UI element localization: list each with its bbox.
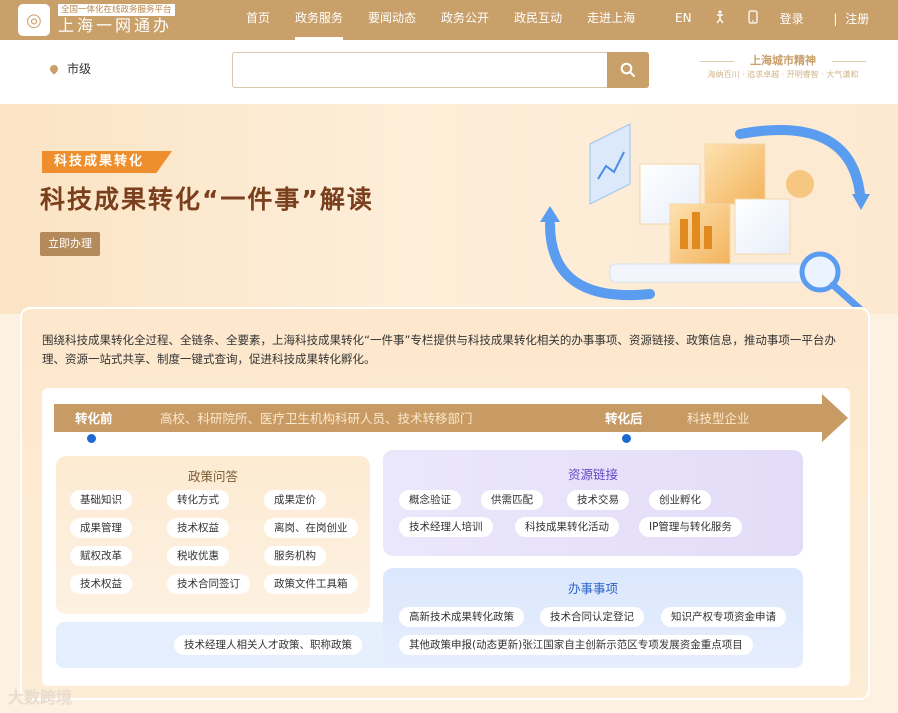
apply-now-button[interactable]: 立即办理 <box>40 232 100 256</box>
mobile-icon[interactable] <box>747 9 758 27</box>
policy-chip[interactable]: 成果管理 <box>70 518 132 538</box>
resource-chip[interactable]: 供需匹配 <box>481 490 543 510</box>
hero-banner: 科技成果转化 科技成果转化“一件事”解读 立即办理 <box>0 104 898 314</box>
stage-before-desc: 高校、科研院所、医疗卫生机构科研人员、技术转移部门 <box>160 411 473 426</box>
stage-after-dot <box>622 434 631 443</box>
watermark: 大数跨境 <box>8 688 73 707</box>
logo-title: 上海一网通办 <box>58 16 173 35</box>
affairs-title: 办事事项 <box>567 581 618 596</box>
accessibility-icon[interactable] <box>714 9 726 27</box>
resource-chip[interactable]: 技术经理人培训 <box>399 517 493 537</box>
login-link[interactable]: 登录 <box>780 12 804 26</box>
stage-before: 转化前 <box>75 411 113 426</box>
affairs-chip[interactable]: 技术合同认定登记 <box>540 607 644 627</box>
policy-chip[interactable]: 政策文件工具箱 <box>264 574 358 594</box>
policy-chip[interactable]: 技术权益 <box>167 518 229 538</box>
search-row: 市级 上海城市精神 海纳百川 · 追求卓越 · 开明睿智 · 大气谦和 <box>0 40 898 104</box>
resource-chip[interactable]: 技术交易 <box>567 490 629 510</box>
stage-after-desc: 科技型企业 <box>687 411 750 426</box>
resource-links-panel: 资源链接 概念验证 供需匹配 技术交易 创业孵化 技术经理人培训 科技成果转化活… <box>383 450 803 556</box>
policy-chip[interactable]: 基础知识 <box>70 490 132 510</box>
top-nav-bar: ◎ 全国一体化在线政务服务平台 上海一网通办 首页 政务服务 要闻动态 政务公开… <box>0 0 898 40</box>
flow-arrow-head <box>822 394 848 442</box>
auth-separator: | <box>833 11 838 26</box>
search-button[interactable] <box>607 52 649 88</box>
policy-qa-title: 政策问答 <box>187 469 238 484</box>
policy-chip[interactable]: 技术合同签订 <box>167 574 250 594</box>
nav-public-affairs[interactable]: 政务公开 <box>441 0 489 40</box>
policy-chip[interactable]: 税收优惠 <box>167 546 229 566</box>
policy-chip[interactable]: 技术权益 <box>70 574 132 594</box>
resource-chip[interactable]: 创业孵化 <box>649 490 711 510</box>
nav-services[interactable]: 政务服务 <box>295 0 344 40</box>
stage-before-dot <box>87 434 96 443</box>
policy-chip[interactable]: 转化方式 <box>167 490 229 510</box>
nav-utilities: EN 登录 | 注册 <box>675 0 891 36</box>
affairs-chip[interactable]: 知识产权专项资金申请 <box>661 607 786 627</box>
tech-cubes-illustration <box>540 123 870 313</box>
nav-news[interactable]: 要闻动态 <box>368 0 416 40</box>
location-pin-icon <box>48 62 60 75</box>
affairs-chip[interactable]: 高新技术成果转化政策 <box>399 607 524 627</box>
register-link[interactable]: 注册 <box>845 12 869 26</box>
nav-interaction[interactable]: 政民互动 <box>514 0 562 40</box>
banner-tag: 科技成果转化 <box>42 151 173 173</box>
policy-chip[interactable]: 服务机构 <box>264 546 326 566</box>
affairs-panel: 办事事项 高新技术成果转化政策 技术合同认定登记 知识产权专项资金申请 其他政策… <box>383 568 803 668</box>
stage-after: 转化后 <box>605 411 643 426</box>
city-spirit-subtitle: 海纳百川 · 追求卓越 · 开明睿智 · 大气谦和 <box>707 70 859 79</box>
search-input[interactable] <box>232 52 608 88</box>
flow-panel: 转化前 高校、科研院所、医疗卫生机构科研人员、技术转移部门 转化后 科技型企业 … <box>42 388 850 686</box>
language-toggle[interactable]: EN <box>675 11 692 25</box>
nav-shanghai[interactable]: 走进上海 <box>587 0 635 40</box>
resource-chip[interactable]: 概念验证 <box>399 490 461 510</box>
location-label: 市级 <box>67 62 92 76</box>
search-icon <box>620 62 635 77</box>
banner-headline: 科技成果转化“一件事”解读 <box>40 185 374 214</box>
policy-chip-wide[interactable]: 技术经理人相关人才政策、职称政策 <box>174 635 362 655</box>
location-selector[interactable]: 市级 <box>48 60 92 77</box>
resource-links-title: 资源链接 <box>567 467 618 482</box>
affairs-chip[interactable]: 其他政策申报(动态更新)张江国家自主创新示范区专项发展资金重点项目 <box>399 635 753 655</box>
policy-chip[interactable]: 赋权改革 <box>70 546 132 566</box>
policy-qa-panel: 政策问答 基础知识 转化方式 成果定价 成果管理 技术权益 离岗、在岗创业 赋权… <box>56 456 370 614</box>
main-content-card: 围绕科技成果转化全过程、全链条、全要素，上海科技成果转化“一件事”专栏提供与科技… <box>20 307 870 700</box>
nav-home[interactable]: 首页 <box>246 0 270 40</box>
main-nav: 首页 政务服务 要闻动态 政务公开 政民互动 走进上海 <box>246 0 660 40</box>
site-logo[interactable]: ◎ 全国一体化在线政务服务平台 上海一网通办 <box>18 3 188 37</box>
city-spirit: 上海城市精神 海纳百川 · 追求卓越 · 开明睿智 · 大气谦和 <box>694 54 872 82</box>
logo-emblem-icon: ◎ <box>18 4 50 36</box>
resource-chip[interactable]: IP管理与转化服务 <box>639 517 742 537</box>
policy-chip[interactable]: 成果定价 <box>264 490 326 510</box>
logo-subtitle: 全国一体化在线政务服务平台 <box>58 4 175 16</box>
policy-chip[interactable]: 离岗、在岗创业 <box>264 518 358 538</box>
resource-chip[interactable]: 科技成果转化活动 <box>515 517 619 537</box>
intro-paragraph: 围绕科技成果转化全过程、全链条、全要素，上海科技成果转化“一件事”专栏提供与科技… <box>42 333 836 366</box>
